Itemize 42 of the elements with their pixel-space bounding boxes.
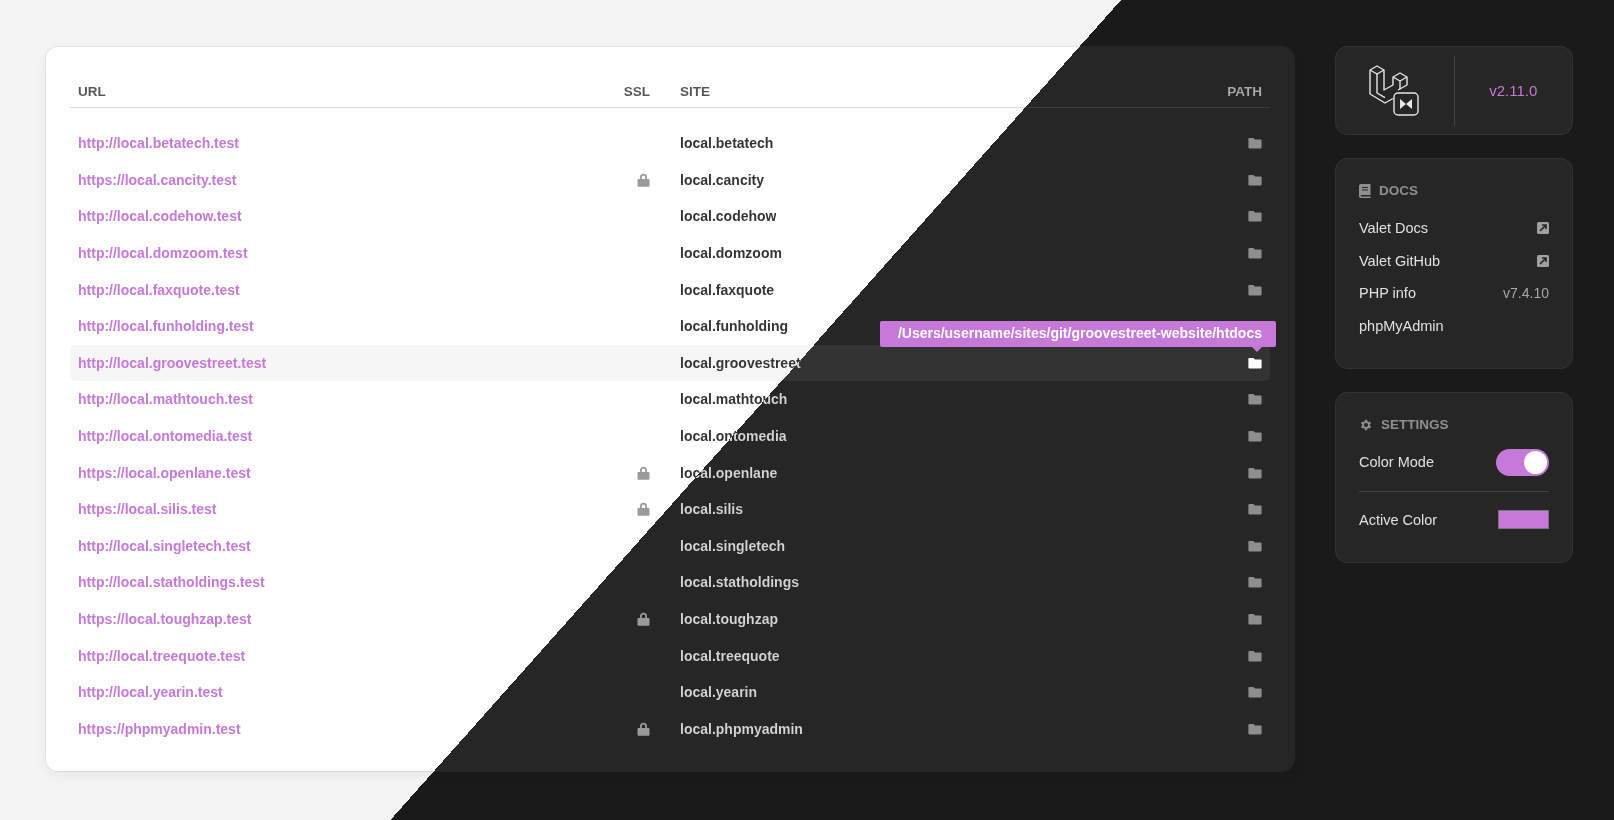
url-link[interactable]: http://local.funholding.test [78, 318, 254, 335]
card-title: SETTINGS [1381, 417, 1449, 432]
tooltip-pointer [1252, 346, 1262, 352]
lock-icon [637, 465, 650, 480]
php-version: v7.4.10 [1503, 285, 1549, 302]
url-link[interactable]: http://local.mathtouch.test [78, 391, 253, 408]
cube-logo-icon [1367, 64, 1422, 117]
lock-icon [637, 172, 650, 187]
docs-link[interactable]: phpMyAdmin [1359, 317, 1444, 334]
url-link[interactable]: http://local.codehow.test [78, 208, 242, 225]
url-link[interactable]: http://local.betatech.test [78, 135, 240, 152]
url-link[interactable]: https://phpmyadmin.test [78, 720, 241, 737]
folder-icon[interactable] [1248, 356, 1262, 369]
setting-label: Color Mode [1359, 454, 1434, 471]
url-link[interactable]: http://local.ontomedia.test [78, 428, 253, 445]
lock-icon [637, 502, 650, 517]
url-link[interactable]: http://local.groovestreet.test [78, 354, 267, 371]
book-icon [1359, 183, 1371, 198]
docs-link[interactable]: PHP info [1359, 285, 1416, 302]
path-tooltip: /Users/username/sites/git/groovestreet-website/htdocs [879, 320, 1276, 347]
url-link[interactable]: https://local.silis.test [78, 501, 217, 518]
external-link-icon[interactable] [1537, 222, 1549, 235]
docs-link[interactable]: Valet Docs [1359, 220, 1429, 237]
url-link[interactable]: http://local.singletech.test [78, 537, 251, 554]
card-title: DOCS [1379, 183, 1418, 198]
url-link[interactable]: http://local.domzoom.test [78, 245, 248, 262]
settings-icon [1359, 417, 1373, 432]
url-link[interactable]: https://local.openlane.test [78, 464, 251, 481]
version-label: v2.11.0 [1489, 82, 1538, 99]
color-swatch[interactable] [1498, 510, 1549, 530]
docs-link[interactable]: Valet GitHub [1359, 252, 1441, 269]
url-link[interactable]: http://local.yearin.test [78, 684, 223, 701]
url-link[interactable]: http://local.faxquote.test [78, 281, 240, 298]
toggle-switch[interactable] [1496, 448, 1549, 476]
lock-icon [637, 612, 650, 626]
url-link[interactable]: http://local.treequote.test [78, 647, 246, 664]
setting-label: Active Color [1359, 511, 1438, 528]
url-link[interactable]: http://local.statholdings.test [78, 574, 265, 591]
external-link-icon[interactable] [1537, 254, 1549, 267]
lock-icon [637, 721, 650, 736]
url-link[interactable]: https://local.toughzap.test [78, 611, 252, 627]
url-link[interactable]: https://local.cancity.test [78, 171, 237, 188]
